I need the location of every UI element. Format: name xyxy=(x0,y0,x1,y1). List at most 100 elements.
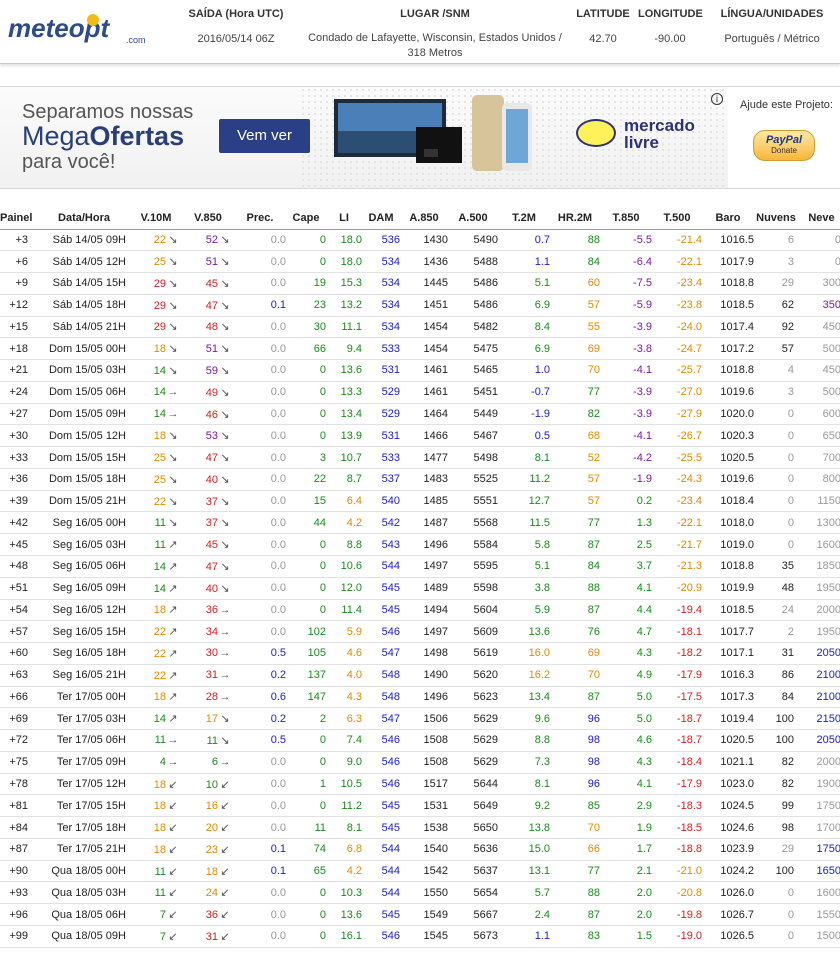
mercadolivre-ad[interactable]: Separamos nossas MegaOfertas para você! … xyxy=(0,87,728,188)
cell-dam: 545 xyxy=(362,903,400,926)
paypal-donate-button[interactable]: PayPal Donate xyxy=(753,130,815,161)
cell-v850-speed: 17 xyxy=(205,713,218,726)
cell-painel: +63 xyxy=(0,664,38,687)
cell-baro: 1026.0 xyxy=(702,881,754,905)
cell-baro: 1019.6 xyxy=(702,381,754,404)
cell-nuvens: 82 xyxy=(754,773,798,796)
cell-hr2m: 83 xyxy=(550,925,600,948)
cell-v10m: 18 ↙ xyxy=(130,816,182,839)
vem-ver-button[interactable]: Vem ver xyxy=(219,119,310,153)
cell-v10m: 18 ↙ xyxy=(130,838,182,861)
cell-data-hora: Ter 17/05 12H xyxy=(38,773,130,796)
cell-v850-speed: 30 xyxy=(205,647,218,660)
cell-cape: 23 xyxy=(286,294,326,317)
cell-v850-speed: 31 xyxy=(205,669,218,682)
cell-a850: 1542 xyxy=(400,860,448,883)
cell-dam: 534 xyxy=(362,294,400,317)
cell-baro: 1017.4 xyxy=(702,316,754,339)
cell-t850: -3.9 xyxy=(600,403,652,426)
cell-t850: -4.2 xyxy=(600,446,652,469)
cell-neve: 800 xyxy=(798,468,840,491)
cell-v10m: 25 ↘ xyxy=(130,468,182,491)
cell-cape: 0 xyxy=(286,794,326,818)
cell-v850-speed: 47 xyxy=(205,452,218,465)
cell-v850: 51 ↘ xyxy=(182,337,234,361)
cell-baro: 1017.3 xyxy=(702,686,754,709)
meteopt-logo[interactable]: meteopt .com xyxy=(8,10,158,46)
cell-t850: 5.0 xyxy=(600,707,652,731)
cell-cape: 105 xyxy=(286,642,326,665)
table-row: +78 Ter 17/05 12H 18 ↙ 10 ↙ 0.0 1 10.5 546 1517 564… xyxy=(0,773,840,796)
cell-a500: 5644 xyxy=(448,773,498,796)
cell-hr2m: 70 xyxy=(550,816,600,839)
cell-v10m: 4 → xyxy=(130,751,182,774)
cell-painel: +27 xyxy=(0,403,38,426)
cell-dam: 543 xyxy=(362,533,400,556)
cell-painel: +69 xyxy=(0,707,38,731)
cell-baro: 1019.0 xyxy=(702,533,754,556)
cell-v10m: 11 ↙ xyxy=(130,881,182,905)
cell-t2m: 7.3 xyxy=(498,751,550,774)
wind-direction-arrow-icon: ↘ xyxy=(168,517,178,530)
wind-direction-arrow-icon: ↘ xyxy=(220,734,230,747)
cell-v850-speed: 46 xyxy=(205,408,218,421)
cell-data-hora: Ter 17/05 03H xyxy=(38,707,130,731)
cell-a500: 5584 xyxy=(448,533,498,556)
cell-t500: -24.3 xyxy=(652,468,702,491)
cell-dam: 548 xyxy=(362,686,400,709)
cell-v10m: 25 ↘ xyxy=(130,250,182,274)
table-row: +84 Ter 17/05 18H 18 ↙ 20 ↙ 0.0 11 8.1 545 1538 565… xyxy=(0,816,840,839)
cell-t500: -20.9 xyxy=(652,577,702,600)
latitude-label: LATITUDE xyxy=(576,8,630,20)
cell-v10m: 14 → xyxy=(130,381,182,404)
cell-dam: 531 xyxy=(362,359,400,382)
cell-hr2m: 96 xyxy=(550,707,600,731)
cell-neve: 0 xyxy=(798,229,840,252)
cell-a850: 1497 xyxy=(400,620,448,644)
cell-prec: 0.5 xyxy=(234,642,286,665)
lingua-col[interactable]: LÍNGUA/UNIDADES Português / Métrico xyxy=(716,8,828,47)
wind-direction-arrow-icon: → xyxy=(167,386,179,399)
cell-hr2m: 52 xyxy=(550,446,600,469)
header-bar: meteopt .com SAÍDA (Hora UTC) 2016/05/14… xyxy=(0,0,840,64)
cell-v850-speed: 34 xyxy=(205,625,218,638)
cell-t2m: 11.2 xyxy=(498,468,550,491)
cell-hr2m: 84 xyxy=(550,250,600,274)
cell-dam: 544 xyxy=(362,555,400,578)
cell-a500: 5490 xyxy=(448,229,498,252)
cell-v850-speed: 45 xyxy=(205,277,218,290)
cell-a850: 1436 xyxy=(400,250,448,274)
lingua-value[interactable]: Português / Métrico xyxy=(716,32,828,47)
cell-v10m-speed: 14 xyxy=(153,713,166,726)
cell-a500: 5595 xyxy=(448,555,498,578)
cell-cape: 0 xyxy=(286,881,326,905)
cell-a500: 5629 xyxy=(448,751,498,774)
table-header-row: Painel Data/Hora V.10M V.850 Prec. Cape LI DAM A… xyxy=(0,208,840,230)
cell-v10m-speed: 25 xyxy=(153,473,166,486)
cell-t2m: 13.8 xyxy=(498,816,550,839)
cell-v850-speed: 51 xyxy=(205,343,218,356)
cell-painel: +24 xyxy=(0,381,38,404)
ad-info-icon[interactable]: i xyxy=(711,93,723,105)
cell-nuvens: 99 xyxy=(754,794,798,818)
cell-nuvens: 0 xyxy=(754,490,798,513)
cell-baro: 1023.0 xyxy=(702,773,754,796)
wind-direction-arrow-icon: ↘ xyxy=(220,343,230,356)
cell-t850: 4.9 xyxy=(600,664,652,687)
cell-data-hora: Ter 17/05 15H xyxy=(38,794,130,818)
cell-cape: 0 xyxy=(286,729,326,752)
cell-hr2m: 77 xyxy=(550,511,600,535)
cell-v10m-speed: 22 xyxy=(153,626,166,639)
cell-a850: 1549 xyxy=(400,903,448,926)
cell-t500: -23.8 xyxy=(652,294,702,317)
cell-dam: 533 xyxy=(362,446,400,469)
cell-t500: -18.3 xyxy=(652,794,702,818)
table-row: +93 Qua 18/05 03H 11 ↙ 24 ↙ 0.0 0 10.3 544 1550 565… xyxy=(0,881,840,905)
cell-a850: 1490 xyxy=(400,664,448,687)
cell-painel: +93 xyxy=(0,881,38,905)
col-header-neve: Neve xyxy=(798,208,840,230)
cell-data-hora: Ter 17/05 21H xyxy=(38,838,130,861)
cell-a500: 5629 xyxy=(448,707,498,731)
cell-v10m: 22 ↘ xyxy=(130,490,182,513)
cell-data-hora: Dom 15/05 12H xyxy=(38,424,130,448)
